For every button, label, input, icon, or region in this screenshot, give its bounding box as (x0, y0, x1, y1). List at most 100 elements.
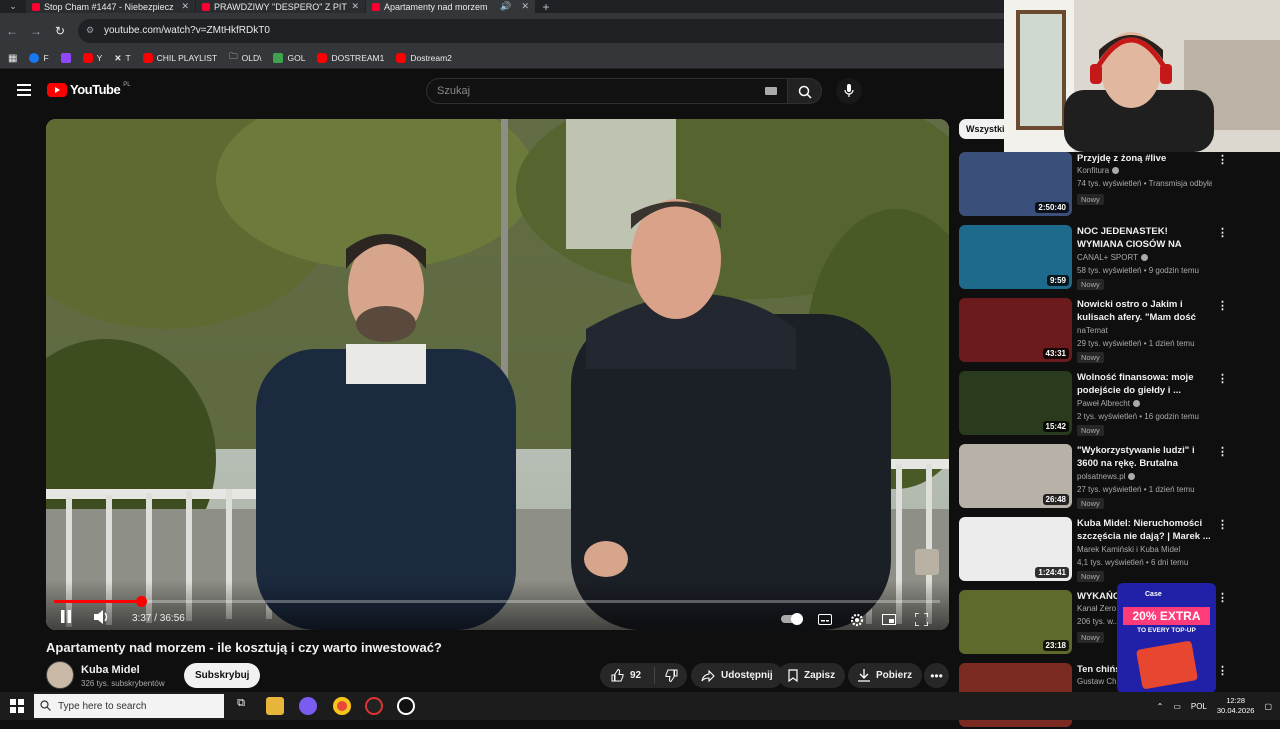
close-tab-icon[interactable]: ✕ (521, 1, 529, 12)
bookmark-x[interactable]: ✕ T (114, 53, 130, 64)
recommendation-item[interactable]: 1:24:41 Kuba Midel: Nieruchomości szczęśc… (959, 517, 1249, 583)
video-player[interactable]: 3:37 / 36:56 (46, 119, 949, 630)
progress-bar[interactable] (54, 596, 940, 607)
app-icon-1[interactable] (299, 697, 317, 715)
reload-icon[interactable]: ↻ (48, 24, 72, 38)
close-tab-icon[interactable]: ✕ (351, 1, 359, 12)
recommendation-item[interactable]: 26:48 "Wykorzystywanie ludzi" i 3600 na r… (959, 444, 1249, 510)
bookmark-folder-old[interactable]: 🗀 OLD\ (229, 51, 261, 65)
bookmark-facebook[interactable]: F (29, 53, 49, 63)
youtube-icon (317, 53, 328, 63)
recommendation-title[interactable]: Wolność finansowa: moje podejście do gie… (1077, 371, 1212, 397)
subscribe-button[interactable]: Subskrybuj (184, 663, 261, 688)
url-field[interactable]: ⚙ youtube.com/watch?v=ZMtHkfRDkT0 (78, 18, 1058, 43)
network-icon[interactable]: ▭ (1173, 702, 1181, 711)
back-arrow-icon[interactable]: ← (0, 24, 24, 38)
recommendation-title[interactable]: NOC JEDENASTEK! WYMIANA CIOSÓW NA METROP… (1077, 225, 1212, 251)
file-explorer-icon[interactable] (266, 697, 284, 715)
chrome-icon[interactable] (333, 697, 351, 715)
volume-button[interactable] (94, 610, 110, 627)
browser-tab-3-active[interactable]: Apartamenty nad morzem 🔊 ✕ (366, 0, 536, 13)
close-tab-icon[interactable]: ✕ (181, 1, 189, 12)
recommendation-item[interactable]: 15:42 Wolność finansowa: moje podejście d… (959, 371, 1249, 437)
video-thumbnail[interactable]: 1:24:41 (959, 517, 1072, 581)
more-options-icon[interactable]: ⋮ (1217, 591, 1228, 604)
search-button[interactable] (788, 78, 822, 104)
bookmark-twitch[interactable] (60, 53, 71, 63)
app-icon-3[interactable] (397, 697, 415, 715)
recommendation-item[interactable]: 2:50:40 Przyjdę z żoną #live Konfitura 74 t… (959, 152, 1249, 218)
video-thumbnail[interactable]: 2:50:40 (959, 152, 1072, 216)
channel-avatar[interactable] (46, 661, 74, 689)
bookmark-gol[interactable]: GOL (273, 53, 305, 63)
share-button[interactable]: Udostępnij (691, 663, 783, 688)
more-options-icon[interactable]: ⋮ (1217, 226, 1228, 239)
recommendation-item[interactable]: 43:31 Nowicki ostro o Jakim i kulisach af… (959, 298, 1249, 364)
menu-hamburger-icon[interactable] (17, 84, 31, 96)
recommendation-item[interactable]: 9:59 NOC JEDENASTEK! WYMIANA CIOSÓW NA ME… (959, 225, 1249, 291)
miniplayer-button[interactable] (882, 614, 896, 628)
download-button[interactable]: Pobierz (848, 663, 923, 688)
settings-button[interactable] (850, 613, 864, 630)
recommendation-title[interactable]: Nowicki ostro o Jakim i kulisach afery. … (1077, 298, 1212, 324)
recommendation-channel[interactable]: polsatnews.pl (1077, 472, 1136, 481)
site-info-icon[interactable]: ⚙ (86, 25, 98, 36)
language-indicator[interactable]: POL (1191, 702, 1207, 711)
url-text: youtube.com/watch?v=ZMtHkfRDkT0 (104, 25, 270, 36)
more-options-icon[interactable]: ⋮ (1217, 518, 1228, 531)
video-thumbnail[interactable]: 9:59 (959, 225, 1072, 289)
video-thumbnail[interactable]: 43:31 (959, 298, 1072, 362)
progress-scrubber[interactable] (135, 596, 147, 607)
video-thumbnail[interactable]: 15:42 (959, 371, 1072, 435)
end-screen-thumbnail[interactable] (915, 549, 939, 575)
more-actions-button[interactable]: ••• (924, 663, 949, 688)
tray-chevron-icon[interactable]: ⌃ (1157, 702, 1164, 711)
recommendation-channel[interactable]: Kanał Zero (1077, 604, 1116, 613)
recommendation-channel[interactable]: Paweł Albrecht (1077, 399, 1140, 408)
like-button[interactable]: 92 (600, 667, 655, 684)
recommendation-title[interactable]: Przyjdę z żoną #live (1077, 152, 1212, 165)
pause-button[interactable] (60, 610, 72, 626)
tab-search-chevron-icon[interactable]: ⌄ (0, 0, 26, 13)
more-options-icon[interactable]: ⋮ (1217, 372, 1228, 385)
more-options-icon[interactable]: ⋮ (1217, 664, 1228, 677)
bookmark-chil-playlist[interactable]: CHIL PLAYLIST (142, 53, 217, 63)
bookmark-dostream1[interactable]: DOSTREAM1 (317, 53, 384, 63)
subtitles-button[interactable] (818, 614, 832, 628)
recommendation-channel[interactable]: Konfitura (1077, 166, 1120, 175)
channel-name[interactable]: Kuba Midel (81, 664, 140, 676)
keyboard-icon[interactable] (765, 87, 777, 95)
bookmark-dostream2[interactable]: Dostream2 (396, 53, 452, 63)
more-options-icon[interactable]: ⋮ (1217, 445, 1228, 458)
speaker-icon[interactable]: 🔊 (500, 1, 511, 12)
clock[interactable]: 12:28 30.04.2026 (1217, 696, 1255, 716)
voice-search-button[interactable] (836, 78, 862, 104)
apps-grid-icon[interactable]: ▦ (8, 53, 17, 64)
recommendation-title[interactable]: "Wykorzystywanie ludzi" i 3600 na rękę. … (1077, 444, 1212, 470)
more-options-icon[interactable]: ⋮ (1217, 153, 1228, 166)
youtube-logo[interactable]: YouTube PL (47, 82, 131, 97)
new-tab-button[interactable]: + (536, 0, 556, 14)
bookmark-youtube[interactable]: Y (82, 53, 102, 63)
recommendation-channel[interactable]: Marek Kamiński i Kuba Midel (1077, 545, 1180, 554)
search-input[interactable]: Szukaj (426, 78, 788, 104)
save-button[interactable]: Zapisz (778, 663, 846, 688)
task-view-icon[interactable]: ⧉ (232, 697, 250, 715)
browser-tab-2[interactable]: PRAWDZIWY "DESPERO" Z PITB ✕ (196, 0, 366, 13)
autoplay-toggle[interactable] (781, 613, 805, 628)
video-thumbnail[interactable]: 26:48 (959, 444, 1072, 508)
dislike-button[interactable] (655, 669, 687, 682)
taskbar-search-input[interactable]: Type here to search (34, 694, 224, 718)
recommendation-channel[interactable]: CANAL+ SPORT (1077, 253, 1148, 262)
promo-ad[interactable]: Case 20% EXTRA TO EVERY TOP-UP (1117, 583, 1216, 693)
forward-arrow-icon[interactable]: → (24, 24, 48, 38)
browser-tab-1[interactable]: Stop Cham #1447 - Niebezpiecz ✕ (26, 0, 196, 13)
windows-start-icon[interactable] (10, 699, 24, 713)
app-icon-2[interactable] (365, 697, 383, 715)
recommendation-title[interactable]: Kuba Midel: Nieruchomości szczęścia nie … (1077, 517, 1212, 543)
more-options-icon[interactable]: ⋮ (1217, 299, 1228, 312)
recommendation-channel[interactable]: naTemat (1077, 326, 1108, 335)
video-thumbnail[interactable]: 23:18 (959, 590, 1072, 654)
fullscreen-button[interactable] (914, 612, 929, 629)
notifications-icon[interactable]: ▢ (1264, 702, 1272, 711)
